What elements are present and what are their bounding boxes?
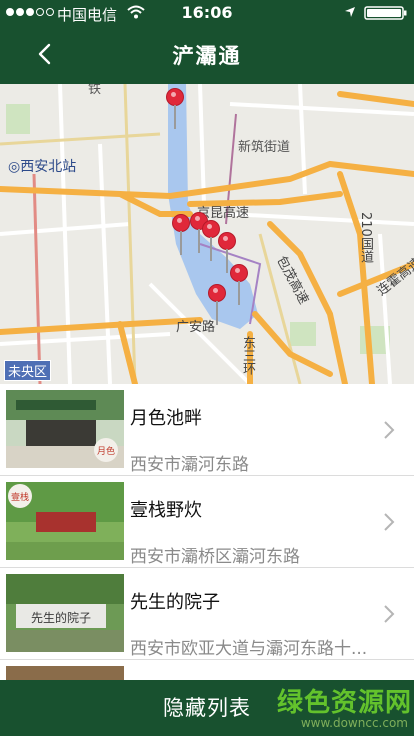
item-address: 西安市欧亚大道与灞河东路十... <box>130 639 368 659</box>
chevron-right-icon <box>384 421 395 439</box>
list-item[interactable]: 月色 月色池畔 西安市灞河东路 <box>0 384 414 476</box>
chevron-right-icon <box>384 513 395 531</box>
battery-icon <box>364 6 407 20</box>
map-view[interactable]: 铁 新筑街道 ◎西安北站 京昆高速 包茂高速 210国道 连霍高速 广安路 东三… <box>0 84 414 384</box>
item-address: 西安市灞河东路 <box>130 455 249 475</box>
watermark: 绿色资源网 www.downcc.com <box>276 682 412 734</box>
station-icon: ◎ <box>8 159 21 175</box>
map-label-weiyang: 未央区 <box>4 360 52 381</box>
list-item[interactable]: 先生的院子 先生的院子 西安市欧亚大道与灞河东路十... <box>0 568 414 660</box>
item-stamp: 月色 <box>97 445 115 457</box>
item-photo: 壹栈 <box>6 482 124 560</box>
map-pin[interactable] <box>208 284 228 326</box>
watermark-url: www.downcc.com <box>300 716 408 730</box>
item-photo <box>6 666 124 680</box>
item-name: 壹栈野炊 <box>130 500 202 521</box>
list-item[interactable] <box>0 660 414 680</box>
map-pin[interactable] <box>172 214 192 256</box>
map-label-xian-north-station: ◎西安北站 <box>8 156 76 176</box>
app-header: 中国电信 16:06 浐灞通 <box>0 0 414 84</box>
map-pin[interactable] <box>166 88 186 130</box>
status-bar: 中国电信 16:06 <box>0 0 414 28</box>
list-item[interactable]: 壹栈 壹栈野炊 西安市灞桥区灞河东路 <box>0 476 414 568</box>
item-photo: 月色 <box>6 390 124 468</box>
item-name: 先生的院子 <box>130 592 220 613</box>
item-address: 西安市灞桥区灞河东路 <box>130 547 300 567</box>
map-label-xinzhu: 新筑街道 <box>238 140 291 155</box>
item-stamp: 壹栈 <box>11 491 29 503</box>
item-name: 月色池畔 <box>130 408 202 429</box>
map-label-dong3: 东三环 <box>240 336 255 375</box>
page-title: 浐灞通 <box>172 44 242 68</box>
location-arrow-icon <box>345 7 355 17</box>
map-label-g210: 210国道 <box>358 212 373 263</box>
map-label-rail: 铁 <box>88 84 102 97</box>
chevron-right-icon <box>384 605 395 623</box>
item-photo: 先生的院子 <box>6 574 124 652</box>
station-name: 西安北站 <box>20 159 77 175</box>
watermark-title: 绿色资源网 <box>276 688 412 718</box>
map-pin[interactable] <box>230 264 250 306</box>
item-stamp: 先生的院子 <box>31 610 91 625</box>
restaurant-list[interactable]: 月色 月色池畔 西安市灞河东路 壹栈 壹栈野炊 西安市灞桥区灞河东路 先生的院子… <box>0 384 414 680</box>
